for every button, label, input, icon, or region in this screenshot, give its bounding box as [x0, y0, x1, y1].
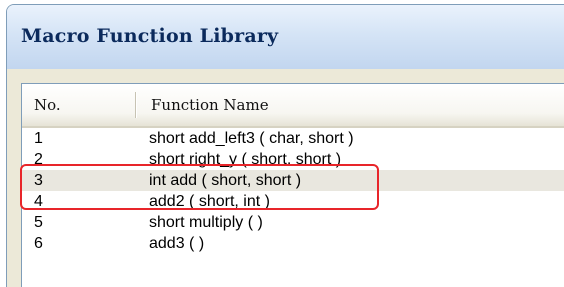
row-number: 6 — [34, 235, 43, 252]
list-item[interactable]: 4 add2 ( short, int ) — [22, 191, 564, 212]
macro-function-library-window: Macro Function Library No. Function Name… — [6, 4, 564, 287]
list-item[interactable]: 5 short multiply ( ) — [22, 212, 564, 233]
function-name: add2 ( short, int ) — [149, 193, 270, 210]
function-name: int add ( short, short ) — [149, 172, 302, 189]
list-header: No. Function Name — [22, 84, 564, 128]
function-list[interactable]: No. Function Name 1 short add_left3 ( ch… — [21, 83, 564, 287]
column-header-no[interactable]: No. — [34, 84, 61, 126]
dialog-body: No. Function Name 1 short add_left3 ( ch… — [7, 69, 564, 287]
function-name: short add_left3 ( char, short ) — [149, 130, 354, 147]
list-item[interactable]: 6 add3 ( ) — [22, 233, 564, 254]
list-item[interactable]: 2 short right_y ( short, short ) — [22, 149, 564, 170]
function-name: short multiply ( ) — [149, 214, 263, 231]
function-name: add3 ( ) — [149, 235, 205, 252]
row-number: 4 — [34, 193, 43, 210]
list-item-selected[interactable]: 3 int add ( short, short ) — [22, 170, 564, 191]
column-header-function-name[interactable]: Function Name — [151, 84, 269, 126]
column-divider[interactable] — [135, 92, 137, 118]
window-title: Macro Function Library — [21, 25, 279, 47]
row-number: 5 — [34, 214, 43, 231]
row-number: 3 — [34, 172, 43, 189]
title-bar[interactable]: Macro Function Library — [7, 5, 564, 69]
row-number: 2 — [34, 151, 43, 168]
row-number: 1 — [34, 130, 43, 147]
list-item[interactable]: 1 short add_left3 ( char, short ) — [22, 128, 564, 149]
function-name: short right_y ( short, short ) — [149, 151, 342, 168]
